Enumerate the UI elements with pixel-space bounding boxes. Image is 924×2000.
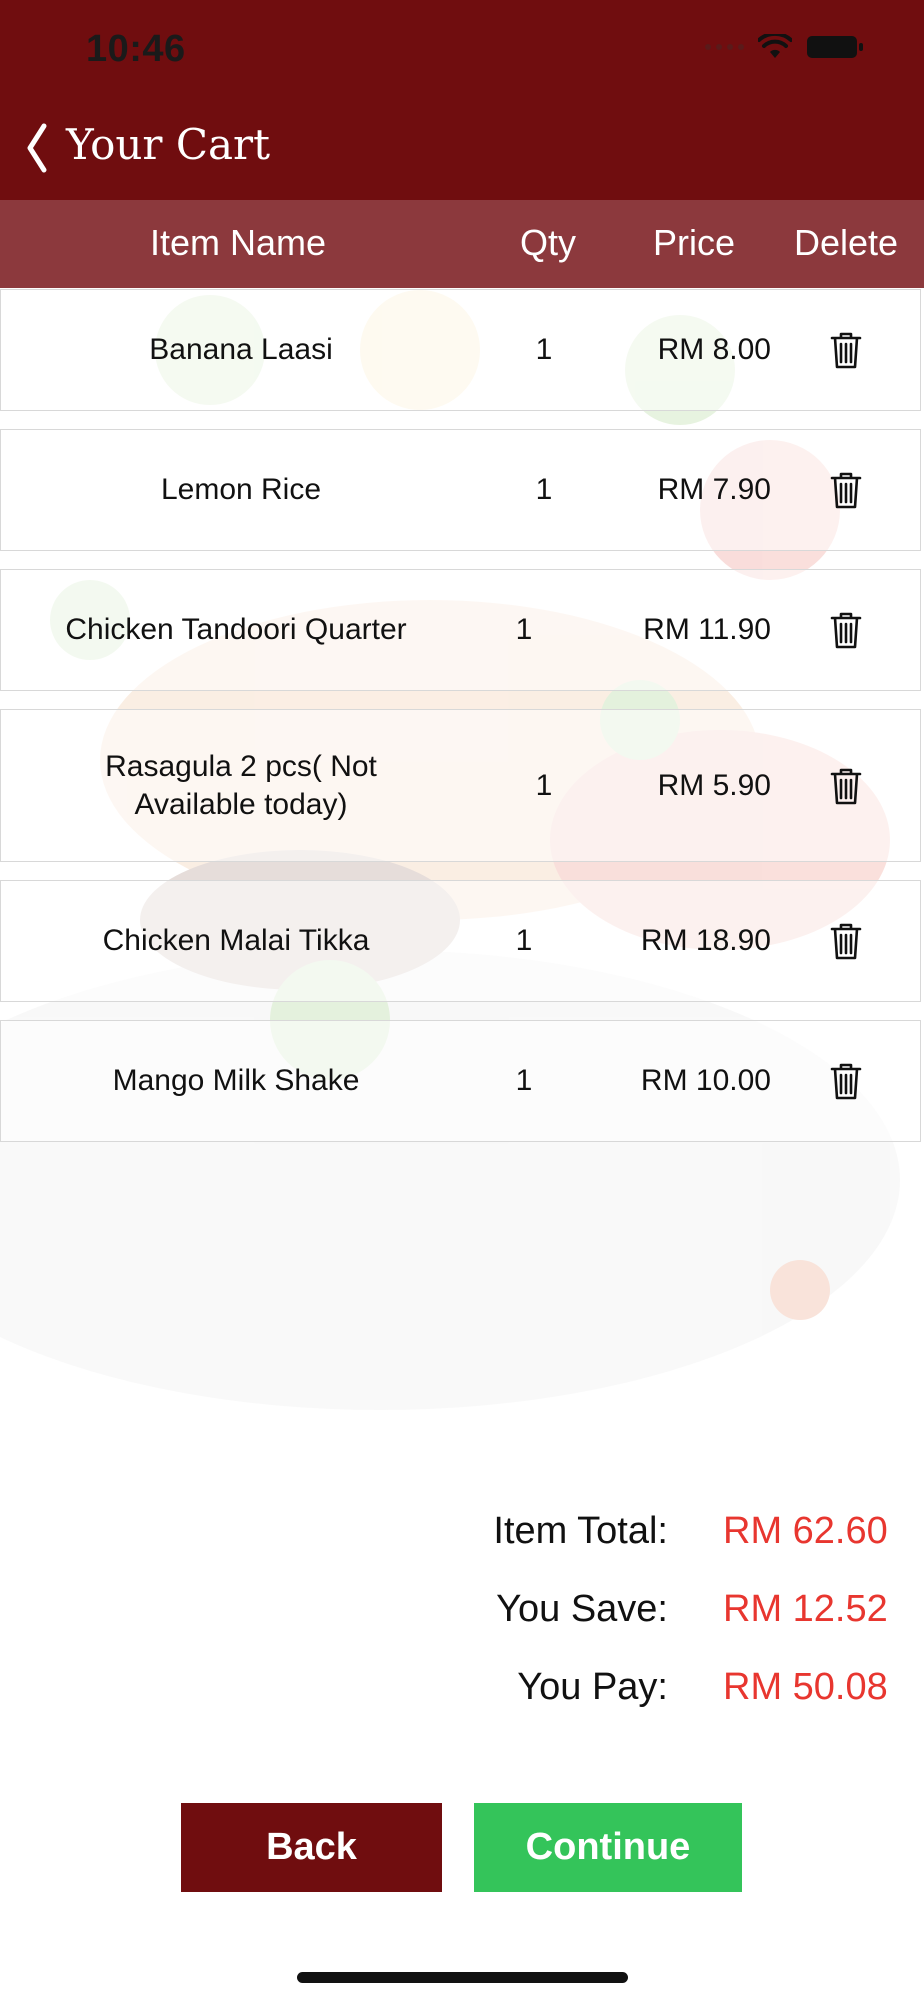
item-qty: 1 [515, 613, 533, 646]
cart-row: Banana Laasi 1 RM 8.00 [0, 289, 921, 411]
trash-icon[interactable] [829, 610, 863, 650]
battery-icon [807, 36, 863, 58]
item-price: RM 8.00 [657, 333, 771, 366]
cart-row: Chicken Malai Tikka 1 RM 18.90 [0, 880, 921, 1002]
trash-icon[interactable] [829, 1061, 863, 1101]
cart-table-header: Item Name Qty Price Delete [0, 200, 924, 288]
item-qty: 1 [515, 1064, 533, 1097]
delete-item-button[interactable] [811, 430, 881, 550]
item-qty: 1 [515, 924, 533, 957]
cart-row: Mango Milk Shake 1 RM 10.00 [0, 1020, 921, 1142]
cellular-signal-icon [705, 44, 744, 50]
you-save-label: You Save: [496, 1588, 668, 1630]
cart-row: Chicken Tandoori Quarter 1 RM 11.90 [0, 569, 921, 691]
column-header-delete: Delete [793, 222, 899, 263]
item-name: Chicken Tandoori Quarter [65, 613, 407, 646]
item-price: RM 5.90 [657, 768, 771, 802]
trash-icon[interactable] [829, 330, 863, 370]
item-total-label: Item Total: [493, 1510, 668, 1552]
trash-icon[interactable] [829, 921, 863, 961]
you-pay-value: RM 50.08 [723, 1666, 888, 1708]
you-save-value: RM 12.52 [723, 1588, 888, 1630]
delete-item-button[interactable] [811, 881, 881, 1001]
column-header-item-name: Item Name [149, 222, 327, 263]
delete-item-button[interactable] [811, 570, 881, 690]
chevron-left-icon[interactable] [18, 118, 54, 178]
item-price: RM 11.90 [643, 613, 771, 646]
item-total-row: Item Total: RM 62.60 [0, 1510, 924, 1560]
cart-row: Lemon Rice 1 RM 7.90 [0, 429, 921, 551]
item-qty: 1 [535, 333, 553, 366]
column-header-qty: Qty [519, 222, 576, 263]
item-name: Lemon Rice [160, 473, 322, 506]
navigation-header: 10:46 Your Cart [0, 0, 924, 200]
item-name: Rasagula 2 pcs( Not Available today) [105, 749, 377, 821]
wifi-icon [758, 34, 792, 58]
column-header-price: Price [652, 222, 736, 263]
home-indicator[interactable] [297, 1972, 628, 1983]
item-price: RM 10.00 [640, 1064, 771, 1097]
back-button[interactable]: Back [181, 1803, 442, 1892]
item-price: RM 7.90 [657, 473, 771, 506]
status-indicators [705, 34, 864, 60]
item-name: Mango Milk Shake [112, 1064, 360, 1097]
delete-item-button[interactable] [811, 710, 881, 861]
trash-icon[interactable] [829, 470, 863, 510]
cart-row: Rasagula 2 pcs( Not Available today) 1 R… [0, 709, 921, 862]
delete-item-button[interactable] [811, 290, 881, 410]
you-pay-row: You Pay: RM 50.08 [0, 1666, 924, 1716]
item-qty: 1 [535, 473, 553, 506]
continue-button[interactable]: Continue [474, 1803, 742, 1892]
you-save-row: You Save: RM 12.52 [0, 1588, 924, 1638]
item-name: Banana Laasi [149, 333, 333, 366]
trash-icon[interactable] [829, 766, 863, 806]
status-time: 10:46 [86, 28, 186, 70]
delete-item-button[interactable] [811, 1021, 881, 1141]
item-price: RM 18.90 [640, 924, 771, 957]
item-total-value: RM 62.60 [723, 1510, 888, 1552]
page-title: Your Cart [66, 120, 270, 169]
you-pay-label: You Pay: [517, 1666, 668, 1708]
item-name: Chicken Malai Tikka [102, 924, 370, 957]
item-qty: 1 [535, 768, 553, 802]
